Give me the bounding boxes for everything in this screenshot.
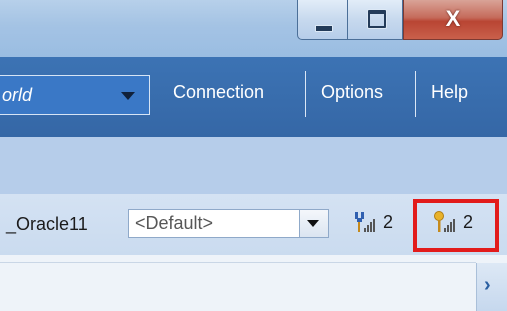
connection-signal-icon [355,212,375,232]
minimize-icon [315,25,333,32]
ribbon-band [0,137,507,194]
chevron-down-icon [307,220,319,227]
menu-bar: orld Connection Options Help [0,57,507,137]
content-area [0,255,507,311]
world-combo-value: orld [2,85,33,105]
menu-help[interactable]: Help [431,82,468,103]
close-button[interactable]: X [403,0,503,40]
chevron-down-icon[interactable] [121,92,135,100]
close-icon: X [445,6,461,31]
highlight-box [413,199,499,252]
maximize-button[interactable] [347,0,403,40]
chevron-right-icon: › [484,274,491,296]
divider [0,262,476,263]
minimize-button[interactable] [297,0,348,40]
maximize-icon [368,10,386,28]
scroll-right-button[interactable]: › [476,263,507,311]
default-select[interactable]: <Default> [128,209,329,238]
select-dropdown-button[interactable] [299,210,328,237]
menu-separator [415,71,416,117]
menu-options[interactable]: Options [321,82,383,103]
world-combo[interactable]: orld [0,75,150,115]
menu-separator [305,71,306,117]
profile-label: _Oracle11 [6,214,88,234]
connection-count: 2 [383,212,394,232]
default-select-value: <Default> [135,213,214,233]
menu-connection[interactable]: Connection [173,82,264,103]
window-titlebar: X [0,0,507,57]
